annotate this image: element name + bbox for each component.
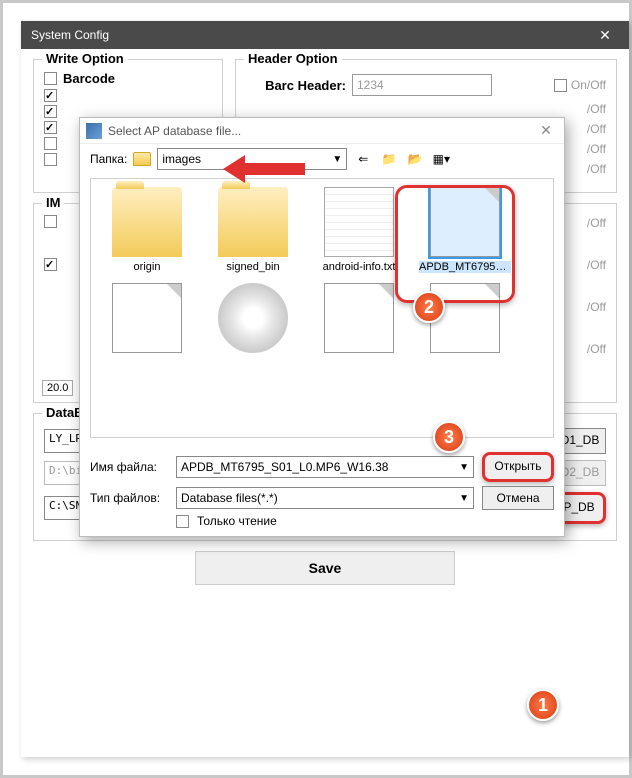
write-opt-check-3[interactable] [44, 121, 57, 134]
header-option-legend: Header Option [244, 51, 342, 66]
write-option-legend: Write Option [42, 51, 128, 66]
folder-icon [133, 152, 151, 166]
file-item-name: android-info.txt [313, 261, 405, 273]
file-dialog-close-button[interactable]: ✕ [534, 122, 558, 139]
hdr-onoff-4: /Off [587, 142, 606, 156]
imei-check-1[interactable] [44, 215, 57, 228]
barc-header-input[interactable] [352, 74, 492, 96]
write-opt-check-5[interactable] [44, 153, 57, 166]
filetype-label: Тип файлов: [90, 491, 168, 505]
file-icon [324, 283, 394, 353]
barcode-checkbox[interactable] [44, 72, 57, 85]
new-folder-icon[interactable]: 📂 [405, 149, 425, 169]
imei-check-2[interactable] [44, 258, 57, 271]
file-dialog-titlebar: Select AP database file... ✕ [80, 118, 564, 144]
filename-label: Имя файла: [90, 460, 168, 474]
folder-name: images [162, 152, 201, 166]
file-item[interactable]: APDB_MT6795_S... [419, 187, 511, 273]
hdr-onoff-8: /Off [587, 300, 606, 314]
main-titlebar: System Config ✕ [21, 21, 629, 49]
barc-onoff-checkbox[interactable] [554, 79, 567, 92]
folder-icon [112, 187, 182, 257]
file-item-name: signed_bin [207, 261, 299, 273]
file-item[interactable]: signed_bin [207, 187, 299, 273]
barc-header-label: Barc Header: [246, 78, 346, 93]
annotation-badge-2: 2 [413, 291, 445, 323]
folder-label: Папка: [90, 152, 127, 166]
hdr-onoff-2: /Off [587, 102, 606, 116]
file-icon [430, 187, 500, 257]
folder-icon [218, 187, 288, 257]
hdr-onoff-6: /Off [587, 216, 606, 230]
hdr-onoff-5: /Off [587, 162, 606, 176]
file-dialog-app-icon [86, 123, 102, 139]
hidden-number: 20.0 [42, 380, 73, 396]
file-dialog-title: Select AP database file... [108, 124, 534, 138]
write-opt-check-1[interactable] [44, 89, 57, 102]
chevron-down-icon: ▼ [459, 493, 469, 504]
write-opt-check-2[interactable] [44, 105, 57, 118]
disc-icon [218, 283, 288, 353]
hdr-onoff-9: /Off [587, 342, 606, 356]
file-item-name: APDB_MT6795_S... [419, 261, 511, 273]
imei-legend: IM [42, 195, 64, 210]
file-item[interactable]: android-info.txt [313, 187, 405, 273]
filename-input[interactable]: APDB_MT6795_S01_L0.MP6_W16.38 ▼ [176, 456, 474, 478]
file-item[interactable]: origin [101, 187, 193, 273]
views-icon[interactable]: ▦▾ [431, 149, 451, 169]
file-item[interactable] [313, 283, 405, 357]
main-close-button[interactable]: ✕ [591, 27, 619, 44]
readonly-checkbox[interactable] [176, 515, 189, 528]
barc-onoff-label: On/Off [571, 78, 606, 92]
readonly-label: Только чтение [197, 514, 277, 528]
annotation-badge-3: 3 [433, 421, 465, 453]
open-button[interactable]: Открыть [482, 452, 554, 482]
up-folder-icon[interactable]: 📁 [379, 149, 399, 169]
annotation-arrow [223, 155, 305, 183]
hdr-onoff-3: /Off [587, 122, 606, 136]
file-item[interactable] [101, 283, 193, 357]
file-item-name: origin [101, 261, 193, 273]
back-icon[interactable]: ⇐ [353, 149, 373, 169]
textfile-icon [324, 187, 394, 257]
chevron-down-icon: ▼ [459, 462, 469, 473]
write-opt-check-4[interactable] [44, 137, 57, 150]
save-button[interactable]: Save [195, 551, 455, 585]
file-list[interactable]: origin signed_bin android-info.txt APDB_MT6… [90, 178, 554, 438]
file-item[interactable] [207, 283, 299, 357]
main-window-title: System Config [31, 28, 591, 42]
barcode-label: Barcode [63, 71, 115, 86]
cancel-button[interactable]: Отмена [482, 486, 554, 510]
filetype-combo[interactable]: Database files(*.*) ▼ [176, 487, 474, 509]
file-icon [112, 283, 182, 353]
hdr-onoff-7: /Off [587, 258, 606, 272]
chevron-down-icon: ▼ [332, 154, 342, 165]
annotation-badge-1: 1 [527, 689, 559, 721]
file-open-dialog: Select AP database file... ✕ Папка: imag… [79, 117, 565, 537]
